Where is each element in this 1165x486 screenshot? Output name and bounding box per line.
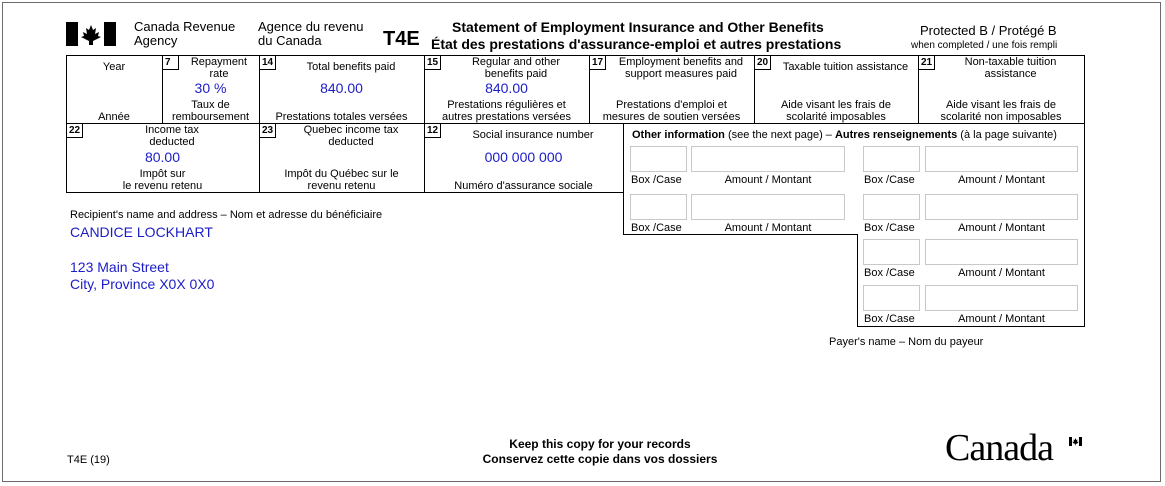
other-amount-2[interactable]: [925, 146, 1078, 172]
when-completed-label: when completed / une fois rempli: [911, 40, 1058, 51]
other-amount-5[interactable]: [925, 239, 1078, 265]
box-17-label: Employment benefits and support measures …: [618, 56, 744, 80]
recipient-name: CANDICE LOCKHART: [70, 224, 213, 240]
box-15-value: 840.00: [485, 80, 528, 96]
box-label-3: Box /Case: [631, 222, 682, 234]
box-7-label-fr: Taux de remboursement: [171, 99, 250, 123]
amount-label-2: Amount / Montant: [958, 174, 1045, 186]
box-14-value: 840.00: [320, 80, 363, 96]
form-version: T4E (19): [67, 454, 110, 466]
box-21-label-fr: Aide visant les frais de scolarité non im…: [940, 99, 1062, 123]
box-label-4: Box /Case: [864, 222, 915, 234]
other-amount-3[interactable]: [691, 194, 845, 220]
agency-en: Canada Revenue Agency: [134, 19, 236, 48]
box-14-label: Total benefits paid: [306, 61, 396, 73]
box-20-label: Taxable tuition assistance: [782, 61, 909, 73]
agency-fr: Agence du revenu du Canada: [258, 19, 364, 48]
box-22-label: Income tax deducted: [145, 124, 199, 148]
other-box-5[interactable]: [863, 239, 920, 265]
box-12-label: Social insurance number: [472, 129, 594, 141]
other-box-1[interactable]: [630, 146, 687, 172]
amount-label-4: Amount / Montant: [958, 222, 1045, 234]
other-amount-4[interactable]: [925, 194, 1078, 220]
box-15-label-fr: Prestations régulières et autres prestati…: [441, 99, 571, 123]
canada-flag-logo: [66, 22, 116, 46]
box-12-value: 000 000 000: [484, 149, 563, 165]
year-label: Year: [102, 61, 126, 73]
other-info-title: Other information (see the next page) – …: [632, 129, 1057, 141]
recipient-label: Recipient's name and address – Nom et ad…: [70, 209, 383, 221]
keep-copy-text: Keep this copy for your records Conservez…: [482, 437, 718, 466]
recipient-address-2: City, Province X0X 0X0: [70, 276, 215, 292]
amount-label-3: Amount / Montant: [724, 222, 812, 234]
box-7-label: Repayment rate: [190, 56, 248, 80]
box-14-label-fr: Prestations totales versées: [275, 111, 408, 123]
box-label-1: Box /Case: [631, 174, 682, 186]
box-22-label-fr: Impôt sur le revenu retenu: [122, 168, 203, 192]
box-22-value: 80.00: [144, 149, 181, 165]
box-21-label: Non-taxable tuition assistance: [964, 56, 1057, 80]
amount-label-6: Amount / Montant: [958, 313, 1045, 325]
box-17-label-fr: Prestations d'emploi et mesures de soutie…: [602, 99, 741, 123]
canada-wordmark: Canada: [945, 427, 1054, 469]
other-amount-6[interactable]: [925, 285, 1078, 311]
box-17-number: 17: [590, 56, 606, 70]
box-23-label-fr: Impôt du Québec sur le revenu retenu: [284, 168, 399, 192]
box-21-number: 21: [919, 56, 935, 70]
box-15-label: Regular and other benefits paid: [471, 56, 561, 80]
payer-label: Payer's name – Nom du payeur: [829, 336, 984, 348]
other-amount-1[interactable]: [691, 146, 845, 172]
other-box-4[interactable]: [863, 194, 920, 220]
box-22-number: 22: [67, 124, 83, 138]
year-label-fr: Année: [98, 111, 130, 123]
box-label-5: Box /Case: [864, 267, 915, 279]
box-14-number: 14: [260, 56, 276, 70]
box-23-label: Quebec income tax deducted: [303, 124, 399, 148]
box-23-number: 23: [260, 124, 276, 138]
box-12-number: 12: [425, 124, 441, 138]
amount-label-1: Amount / Montant: [724, 174, 812, 186]
other-box-2[interactable]: [863, 146, 920, 172]
form-code: T4E: [383, 28, 420, 50]
box-15-number: 15: [425, 56, 441, 70]
amount-label-5: Amount / Montant: [958, 267, 1045, 279]
box-7-number: 7: [163, 56, 179, 70]
other-box-6[interactable]: [863, 285, 920, 311]
protected-label: Protected B / Protégé B: [920, 23, 1057, 38]
recipient-address-1: 123 Main Street: [70, 259, 169, 275]
box-20-label-fr: Aide visant les frais de scolarité imposa…: [780, 99, 892, 123]
box-7-value: 30 %: [194, 80, 227, 96]
wordmark-flag-icon: [1069, 433, 1082, 446]
form-title-fr: État des prestations d'assurance-emploi …: [431, 36, 842, 52]
box-20-number: 20: [755, 56, 771, 70]
box-12-label-fr: Numéro d'assurance sociale: [454, 180, 593, 192]
box-label-6: Box /Case: [864, 313, 915, 325]
form-title-en: Statement of Employment Insurance and Ot…: [452, 19, 824, 35]
box-label-2: Box /Case: [864, 174, 915, 186]
other-box-3[interactable]: [630, 194, 687, 220]
